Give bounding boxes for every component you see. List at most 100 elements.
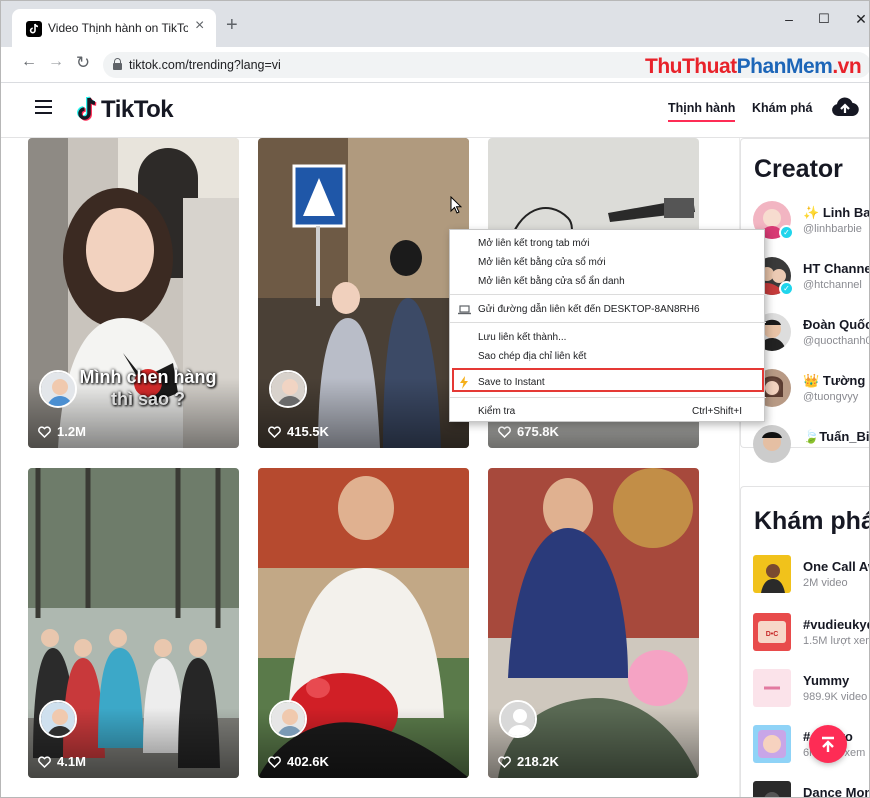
creator-item[interactable]: 🍃Tuấn_Bi <box>753 425 870 463</box>
address-bar[interactable]: tiktok.com/trending?lang=vi ThuThuatPhan… <box>103 52 869 78</box>
menu-divider <box>450 397 766 398</box>
creator-name: 👑 Tường Vy <box>803 373 869 388</box>
arrow-up-icon <box>822 736 834 752</box>
creator-avatar[interactable] <box>499 700 537 738</box>
minimize-button[interactable]: – <box>774 11 804 27</box>
video-card[interactable]: 4.1M <box>28 468 239 778</box>
verified-icon: ✓ <box>779 225 794 240</box>
music-cover <box>753 555 791 593</box>
scroll-to-top-button[interactable] <box>809 725 847 763</box>
explore-stat: 1.5M lượt xem <box>803 635 870 647</box>
browser-tab[interactable]: Video Thịnh hành on TikTok × <box>12 9 216 47</box>
menu-save-to-instant[interactable]: Save to Instant <box>450 373 766 392</box>
heart-icon <box>38 755 51 768</box>
close-window-button[interactable]: ✕ <box>846 11 869 28</box>
watermark-logo: ThuThuatPhanMem.vn <box>645 55 862 78</box>
like-count: 675.8K <box>498 424 559 439</box>
like-count: 402.6K <box>268 754 329 769</box>
heart-icon <box>498 755 511 768</box>
creator-name: Đoàn Quốc Thành <box>803 317 870 332</box>
creator-item[interactable]: ✓ ✨ Linh Barbie @linhbarbie <box>753 201 869 240</box>
creator-item[interactable]: ✓ HT Channel @htchannel <box>753 257 870 296</box>
menu-shortcut: Ctrl+Shift+I <box>691 406 742 417</box>
explore-panel: Khám phá One Call Away 2M video D•C #vud… <box>740 486 870 798</box>
hashtag-cover <box>753 725 791 763</box>
forward-icon[interactable]: → <box>45 53 67 71</box>
creator-name: HT Channel <box>803 261 870 276</box>
tiktok-note-icon <box>77 96 97 121</box>
menu-divider <box>450 294 766 295</box>
like-count: 218.2K <box>498 754 559 769</box>
explore-name: Yummy <box>803 673 850 688</box>
creator-title: Creator <box>754 155 843 183</box>
menu-divider <box>450 322 766 323</box>
music-cover <box>753 781 791 797</box>
lightning-icon <box>460 376 468 389</box>
menu-open-new-window[interactable]: Mở liên kết bằng cửa sổ mới <box>450 253 766 272</box>
explore-name: #vudieukydieu <box>803 617 869 632</box>
explore-name: Dance Monkey <box>803 785 870 798</box>
video-card[interactable]: 402.6K <box>258 468 469 778</box>
mouse-cursor-icon <box>450 196 462 214</box>
tab-strip: Video Thịnh hành on TikTok × + – ☐ ✕ <box>1 1 869 47</box>
tiktok-wordmark: TikTok <box>101 96 174 123</box>
like-count: 1.2M <box>38 424 86 439</box>
hashtag-cover: D•C <box>753 613 791 651</box>
lock-icon <box>113 58 122 70</box>
video-card[interactable]: Mình chen hàng thì sao ? 1.2M <box>28 138 239 448</box>
explore-item[interactable]: One Call Away 2M video <box>753 555 869 593</box>
creator-avatar <box>753 425 791 463</box>
heart-icon <box>498 425 511 438</box>
music-cover <box>753 669 791 707</box>
video-card[interactable]: 218.2K <box>488 468 699 778</box>
menu-inspect[interactable]: Kiểm tra Ctrl+Shift+I <box>450 402 766 421</box>
verified-icon: ✓ <box>779 281 794 296</box>
creator-avatar[interactable] <box>269 370 307 408</box>
explore-item[interactable]: D•C #vudieukydieu 1.5M lượt xem <box>753 613 870 651</box>
creator-item[interactable]: 👑 Tường Vy @tuongvyy <box>753 369 869 407</box>
upload-cloud-icon[interactable] <box>831 96 859 120</box>
explore-title: Khám phá <box>754 507 870 535</box>
video-card[interactable]: 415.5K <box>258 138 469 448</box>
browser-window: Video Thịnh hành on TikTok × + – ☐ ✕ ← →… <box>0 0 870 798</box>
creator-handle: @htchannel <box>803 279 862 291</box>
like-count: 4.1M <box>38 754 86 769</box>
creator-item[interactable]: Đoàn Quốc Thành @quocthanh0 <box>753 313 870 351</box>
heart-icon <box>268 755 281 768</box>
creator-handle: @linhbarbie <box>803 223 862 235</box>
menu-save-link-as[interactable]: Lưu liên kết thành... <box>450 328 766 347</box>
tab-close-icon[interactable]: × <box>195 17 204 35</box>
heart-icon <box>268 425 281 438</box>
menu-open-new-tab[interactable]: Mở liên kết trong tab mới <box>450 234 766 253</box>
creator-handle: @quocthanh0 <box>803 335 870 347</box>
back-icon[interactable]: ← <box>18 53 40 71</box>
explore-stat: 2M video <box>803 577 848 589</box>
heart-icon <box>38 425 51 438</box>
device-icon <box>458 305 471 315</box>
url-text: tiktok.com/trending?lang=vi <box>129 58 281 72</box>
menu-copy-link[interactable]: Sao chép địa chỉ liên kết <box>450 347 766 366</box>
menu-open-incognito[interactable]: Mở liên kết bằng cửa sổ ẩn danh <box>450 272 766 291</box>
maximize-button[interactable]: ☐ <box>809 11 839 27</box>
creator-avatar[interactable] <box>39 700 77 738</box>
like-count: 415.5K <box>268 424 329 439</box>
explore-name: One Call Away <box>803 559 869 574</box>
new-tab-button[interactable]: + <box>226 15 238 35</box>
explore-stat: 989.9K video <box>803 691 868 703</box>
menu-send-to-device[interactable]: Gửi đường dẫn liên kết đến DESKTOP-8AN8R… <box>450 300 766 319</box>
creator-name: 🍃Tuấn_Bi <box>803 429 870 444</box>
menu-icon[interactable] <box>35 100 52 114</box>
browser-toolbar: ← → ↻ tiktok.com/trending?lang=vi ThuThu… <box>1 47 869 83</box>
context-menu: Mở liên kết trong tab mới Mở liên kết bằ… <box>449 229 766 422</box>
explore-item[interactable]: Yummy 989.9K video <box>753 669 869 707</box>
tiktok-header: TikTok Thịnh hành Khám phá <box>1 83 869 138</box>
svg-text:D•C: D•C <box>766 631 779 638</box>
tab-title: Video Thịnh hành on TikTok <box>48 21 188 35</box>
tiktok-favicon <box>26 21 42 37</box>
explore-item[interactable]: Dance Monkey <box>753 781 870 798</box>
nav-trending[interactable]: Thịnh hành <box>668 101 736 122</box>
creator-avatar[interactable] <box>269 700 307 738</box>
nav-explore[interactable]: Khám phá <box>752 101 812 115</box>
creator-avatar[interactable] <box>39 370 77 408</box>
reload-icon[interactable]: ↻ <box>72 53 94 73</box>
